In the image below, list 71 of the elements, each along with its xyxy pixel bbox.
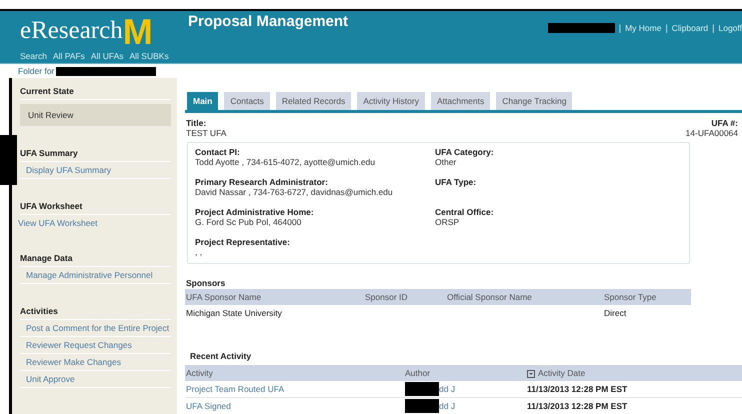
tab[interactable]: Activity History <box>357 92 425 110</box>
redaction-bar <box>548 23 615 33</box>
field-value: 14-UFA00064 <box>686 128 738 138</box>
activity-link[interactable]: UFA Signed <box>186 401 231 411</box>
field-value: TEST UFA <box>186 128 226 138</box>
header-link[interactable]: Clipboard <box>672 23 708 33</box>
table-cell: Michigan State University <box>185 305 364 321</box>
section-heading: Recent Activity <box>190 351 252 361</box>
sidebar-link[interactable]: Display UFA Summary <box>20 162 171 179</box>
nav-link[interactable]: Search <box>20 51 47 61</box>
section-heading: UFA Worksheet <box>20 193 171 215</box>
table-cell: 11/13/2013 12:28 PM EST <box>526 381 742 398</box>
redaction-bar <box>405 399 439 413</box>
column-header: Sponsor Type <box>603 289 691 305</box>
logo-text: eResearch <box>20 18 123 44</box>
section-heading: Activities <box>20 298 171 320</box>
field-value: ORSP <box>435 217 460 227</box>
nav-link[interactable]: All PAFs <box>52 51 85 61</box>
separator: | <box>665 23 668 33</box>
section-heading: UFA Summary <box>20 140 171 162</box>
tab[interactable]: Contacts <box>224 92 270 110</box>
sidebar-link[interactable]: Manage Administrative Personnel <box>20 267 171 284</box>
column-header: Author <box>404 365 526 381</box>
separator: | <box>618 23 622 33</box>
field-value: , , <box>195 247 204 257</box>
field-label: Title: <box>186 118 208 128</box>
column-header: Activity <box>185 365 404 381</box>
column-header[interactable]: Activity Date <box>526 365 742 381</box>
column-header: Sponsor ID <box>364 289 446 305</box>
nav-link[interactable]: All SUBKs <box>130 51 169 61</box>
field-value: G. Ford Sc Pub Pol, 464000 <box>195 217 302 227</box>
table-cell: 11/13/2013 12:28 PM EST <box>526 398 742 414</box>
activity-link[interactable]: Project Team Routed UFA <box>186 384 284 394</box>
field-label: Primary Research Administrator: <box>195 177 329 187</box>
sidebar-link[interactable]: Reviewer Request Changes <box>20 337 171 354</box>
field-label: Contact PI: <box>195 147 241 157</box>
author-link[interactable]: dd J <box>439 401 456 411</box>
nav-link[interactable]: All UFAs <box>90 51 124 61</box>
table-cell: Direct <box>603 305 691 321</box>
separator: | <box>712 23 715 33</box>
tab[interactable]: Change Tracking <box>496 92 572 110</box>
column-header: UFA Sponsor Name <box>185 289 364 305</box>
field-label: Central Office: <box>435 207 495 217</box>
column-header: Official Sponsor Name <box>446 289 603 305</box>
tab[interactable]: Main <box>187 92 218 110</box>
section-heading: Sponsors <box>186 278 226 288</box>
field-value: David Nassar , 734-763-6727, davidnas@umich.edu <box>195 187 394 197</box>
redaction-bar <box>405 382 439 396</box>
field-value: Todd Ayotte , 734-615-4072, ayotte@umich.edu <box>195 157 376 167</box>
logo-mark: M <box>122 16 152 48</box>
sidebar-link[interactable]: Unit Approve <box>20 371 171 388</box>
field-label: UFA Type: <box>435 177 478 187</box>
field-label: UFA #: <box>710 118 738 128</box>
sidebar-link[interactable]: Reviewer Make Changes <box>20 354 171 371</box>
sort-icon[interactable] <box>527 370 535 378</box>
app-title: Proposal Management <box>187 12 348 30</box>
author-link[interactable]: dd J <box>439 384 456 394</box>
section-heading: Current State <box>20 78 171 100</box>
folder-label: Folder for <box>18 66 54 76</box>
sidebar-link[interactable]: Post a Comment for the Entire Project <box>20 320 171 337</box>
header-link[interactable]: Logoff <box>718 23 742 33</box>
section-heading: Manage Data <box>20 245 171 267</box>
field-label: Project Representative: <box>195 237 291 247</box>
header-link[interactable]: My Home <box>625 23 662 33</box>
tab[interactable]: Attachments <box>430 92 490 110</box>
field-label: Project Administrative Home: <box>195 207 315 217</box>
field-value: Other <box>435 157 458 167</box>
tab[interactable]: Related Records <box>276 92 352 110</box>
state-label: Unit Review <box>20 104 171 126</box>
sidebar-link[interactable]: View UFA Worksheet <box>18 215 171 231</box>
field-label: UFA Category: <box>435 147 495 157</box>
